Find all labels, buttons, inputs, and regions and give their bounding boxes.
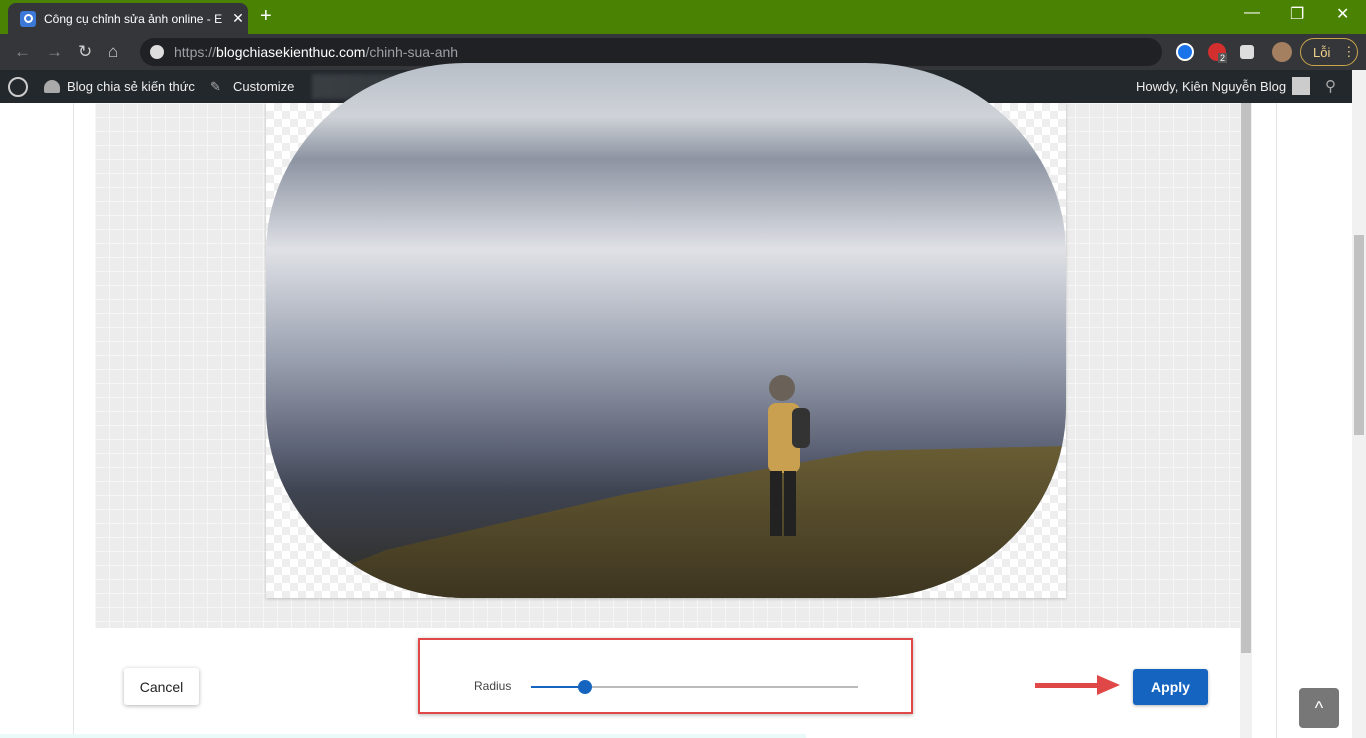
home-icon[interactable]: ⌂ bbox=[108, 42, 118, 62]
highlight-box bbox=[418, 638, 913, 714]
editor-scrollbar[interactable] bbox=[1240, 103, 1252, 738]
photo-hill bbox=[266, 446, 1066, 598]
close-window-icon[interactable]: ✕ bbox=[1336, 4, 1349, 24]
tab-title: Công cụ chỉnh sửa ảnh online - E bbox=[44, 11, 223, 26]
tab-strip: Công cụ chỉnh sửa ảnh online - E ✕ + — ❐… bbox=[0, 0, 1366, 34]
tab-close-icon[interactable]: ✕ bbox=[228, 10, 248, 27]
dashboard-icon bbox=[44, 80, 60, 93]
image-preview bbox=[266, 63, 1066, 598]
menu-kebab-icon[interactable]: ⋮ bbox=[1342, 44, 1355, 60]
radius-label: Radius bbox=[474, 679, 512, 693]
reload-icon[interactable]: ↻ bbox=[78, 42, 92, 62]
url-domain: blogchiasekienthuc.com bbox=[216, 44, 366, 60]
url-path: /chinh-sua-anh bbox=[365, 44, 459, 60]
site-favicon-icon bbox=[20, 10, 36, 27]
restore-icon[interactable]: ❐ bbox=[1290, 4, 1304, 24]
profile-avatar[interactable] bbox=[1272, 42, 1292, 62]
apply-button[interactable]: Apply bbox=[1133, 669, 1208, 705]
extension-badge: 2 bbox=[1218, 53, 1228, 63]
minimize-icon[interactable]: — bbox=[1244, 4, 1260, 22]
adblock-icon[interactable]: 2 bbox=[1208, 43, 1228, 63]
bottom-strip bbox=[0, 734, 806, 738]
radius-slider-thumb[interactable] bbox=[577, 680, 592, 694]
radius-slider-fill bbox=[531, 686, 585, 688]
brush-icon: ✎ bbox=[210, 79, 221, 94]
new-tab-button[interactable]: + bbox=[260, 5, 272, 28]
red-arrow-icon bbox=[1035, 675, 1120, 695]
address-bar[interactable]: https://blogchiasekienthuc.com/chinh-sua… bbox=[140, 38, 1162, 66]
customize-link[interactable]: Customize bbox=[233, 79, 294, 94]
url-prefix: https:// bbox=[174, 44, 217, 60]
howdy-user-link[interactable]: Howdy, Kiên Nguyễn Blog bbox=[1136, 79, 1286, 94]
user-avatar bbox=[1292, 77, 1310, 95]
extension-a-icon[interactable] bbox=[1176, 43, 1194, 61]
back-to-top-button[interactable]: ^ bbox=[1299, 688, 1339, 728]
forward-icon[interactable]: → bbox=[46, 42, 63, 62]
wordpress-logo-icon[interactable] bbox=[8, 77, 28, 97]
site-name-link[interactable]: Blog chia sẻ kiến thức bbox=[67, 79, 195, 94]
photo-hiker bbox=[768, 375, 810, 536]
browser-tab[interactable]: Công cụ chỉnh sửa ảnh online - E ✕ bbox=[8, 3, 248, 34]
globe-icon bbox=[150, 45, 164, 59]
profile-error-label: Lỗi bbox=[1313, 44, 1331, 60]
cancel-button[interactable]: Cancel bbox=[124, 668, 199, 705]
extensions-puzzle-icon[interactable] bbox=[1240, 45, 1254, 59]
edited-photo bbox=[266, 63, 1066, 598]
radius-slider[interactable] bbox=[531, 680, 858, 694]
page-scrollbar[interactable] bbox=[1352, 70, 1366, 738]
profile-error-button[interactable]: Lỗi ⋮ bbox=[1300, 38, 1358, 66]
search-icon[interactable]: ⚲ bbox=[1325, 77, 1336, 95]
back-icon[interactable]: ← bbox=[14, 42, 31, 62]
